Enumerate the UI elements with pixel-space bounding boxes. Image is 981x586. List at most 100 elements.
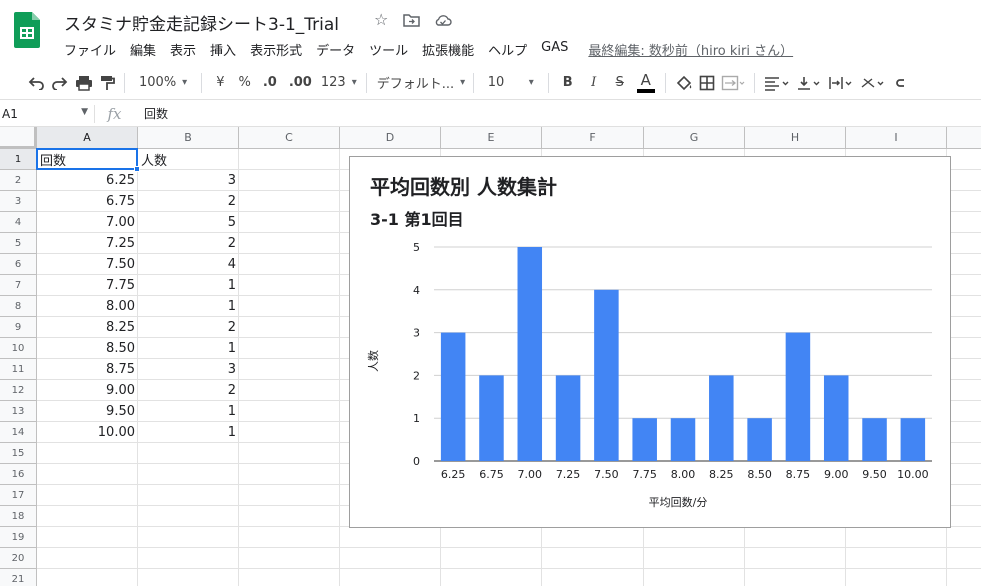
column-header-g[interactable]: G [644,127,745,149]
number-format-select[interactable]: 123 [318,71,360,95]
cell-a8[interactable]: 8.00 [37,296,138,317]
bar-9.00[interactable] [823,375,849,461]
cell-b9[interactable]: 2 [138,317,239,338]
sheets-logo-icon[interactable] [14,12,40,48]
cell-a1[interactable]: 回数 [37,149,138,170]
row-header-19[interactable]: 19 [0,527,37,548]
row-header-13[interactable]: 13 [0,401,37,422]
row-header-17[interactable]: 17 [0,485,37,506]
cell-a7[interactable]: 7.75 [37,275,138,296]
paint-format-icon[interactable] [96,71,118,95]
bar-8.75[interactable] [785,332,811,461]
cell-b14[interactable]: 1 [138,422,239,443]
cell-a11[interactable]: 8.75 [37,359,138,380]
italic-button[interactable]: I [581,71,607,95]
insert-link-icon[interactable] [889,71,911,95]
cell-a13[interactable]: 9.50 [37,401,138,422]
menu-data[interactable]: データ [316,40,355,59]
cell-b13[interactable]: 1 [138,401,239,422]
column-header-i[interactable]: I [846,127,947,149]
menu-tools[interactable]: ツール [369,40,408,59]
menu-view[interactable]: 表示 [170,40,196,59]
bar-9.50[interactable] [862,418,887,461]
menu-extensions[interactable]: 拡張機能 [422,40,474,59]
cell-a4[interactable]: 7.00 [37,212,138,233]
cell-b7[interactable]: 1 [138,275,239,296]
cell-a9[interactable]: 8.25 [37,317,138,338]
bar-chart[interactable]: 平均回数別 人数集計 3-1 第1回目 0 1 2 3 4 5 6.25 6.75 7.00 7… [349,156,951,528]
row-header-10[interactable]: 10 [0,338,37,359]
row-header-12[interactable]: 12 [0,380,37,401]
cell-a3[interactable]: 6.75 [37,191,138,212]
row-header-20[interactable]: 20 [0,548,37,569]
row-header-9[interactable]: 9 [0,317,37,338]
row-header-5[interactable]: 5 [0,233,37,254]
text-rotation-icon[interactable] [857,71,889,95]
text-wrap-icon[interactable] [825,71,857,95]
cell-a6[interactable]: 7.50 [37,254,138,275]
font-family-select[interactable]: デフォルト... [373,71,467,95]
cell-a14[interactable]: 10.00 [37,422,138,443]
bar-8.25[interactable] [709,375,734,461]
cell-b1[interactable]: 人数 [138,149,239,170]
fill-handle[interactable] [134,166,140,172]
menu-file[interactable]: ファイル [64,40,116,59]
cloud-status-icon[interactable] [434,13,452,27]
font-size-select[interactable]: 10 [480,71,542,95]
cell-a2[interactable]: 6.25 [37,170,138,191]
row-header-1[interactable]: 1 [0,149,37,170]
undo-icon[interactable] [24,71,48,95]
row-header-7[interactable]: 7 [0,275,37,296]
merge-cells-icon[interactable] [718,71,748,95]
column-header-c[interactable]: C [239,127,340,149]
column-header-a[interactable]: A [37,127,138,149]
redo-icon[interactable] [48,71,72,95]
bar-7.00[interactable] [517,247,543,461]
text-color-button[interactable]: A [633,71,659,95]
cell-a12[interactable]: 9.00 [37,380,138,401]
row-header-3[interactable]: 3 [0,191,37,212]
row-header-8[interactable]: 8 [0,296,37,317]
decrease-decimal-button[interactable]: .0 [257,71,283,95]
column-header-h[interactable]: H [745,127,846,149]
menu-format[interactable]: 表示形式 [250,40,302,59]
row-header-2[interactable]: 2 [0,170,37,191]
strikethrough-button[interactable]: S [607,71,633,95]
zoom-select[interactable]: 100% [131,71,195,95]
menu-insert[interactable]: 挿入 [210,40,236,59]
row-header-16[interactable]: 16 [0,464,37,485]
column-header-d[interactable]: D [340,127,441,149]
cell-a10[interactable]: 8.50 [37,338,138,359]
percent-format-button[interactable]: % [232,71,256,95]
row-header-14[interactable]: 14 [0,422,37,443]
document-title[interactable]: スタミナ貯金走記録シート3-1_Trial [64,10,339,35]
bar-7.50[interactable] [594,289,619,461]
bar-8.50[interactable] [747,418,772,461]
cell-b4[interactable]: 5 [138,212,239,233]
cell-b8[interactable]: 1 [138,296,239,317]
row-header-18[interactable]: 18 [0,506,37,527]
row-header-15[interactable]: 15 [0,443,37,464]
fill-color-icon[interactable] [672,71,696,95]
select-all-corner[interactable] [0,127,37,149]
last-edit-link[interactable]: 最終編集: 数秒前（hiro kiri さん） [588,40,793,59]
move-folder-icon[interactable] [403,13,421,27]
column-header-f[interactable]: F [542,127,644,149]
cell-b6[interactable]: 4 [138,254,239,275]
bar-10.00[interactable] [900,418,926,461]
vertical-align-icon[interactable] [793,71,825,95]
bar-7.25[interactable] [555,375,581,461]
row-header-4[interactable]: 4 [0,212,37,233]
bar-6.25[interactable] [440,332,466,461]
column-header-partial[interactable] [947,127,981,149]
name-box[interactable]: A1 ▼ [0,107,94,121]
column-header-b[interactable]: B [138,127,239,149]
increase-decimal-button[interactable]: .00 [283,71,318,95]
bold-button[interactable]: B [555,71,581,95]
row-header-21[interactable]: 21 [0,569,37,586]
cell-b2[interactable]: 3 [138,170,239,191]
star-icon[interactable]: ☆ [374,10,388,29]
cell-b5[interactable]: 2 [138,233,239,254]
cell-b3[interactable]: 2 [138,191,239,212]
menu-gas[interactable]: GAS [541,40,568,58]
